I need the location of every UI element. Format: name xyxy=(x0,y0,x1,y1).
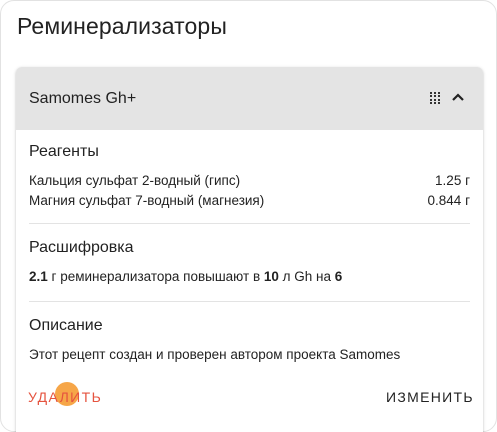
reagent-amount: 1.25 г xyxy=(435,173,470,188)
chevron-up-icon[interactable] xyxy=(450,89,466,105)
delete-button[interactable]: УДАЛИТЬ xyxy=(28,389,102,405)
decoding-text-part: г реминерализатора повышают в xyxy=(47,269,264,284)
description-title: Описание xyxy=(29,317,103,334)
divider xyxy=(29,223,470,224)
card-title: Samomes Gh+ xyxy=(29,90,137,107)
reagent-name: Кальция сульфат 2-водный (гипс) xyxy=(29,173,241,188)
mineralizer-amount: 2.1 xyxy=(29,269,48,284)
description-text: Этот рецепт создан и проверен автором пр… xyxy=(29,347,401,362)
edit-button[interactable]: ИЗМЕНИТЬ xyxy=(386,389,474,405)
recipe-card: Samomes Gh+ Реагенты Кальция сульфат 2-в… xyxy=(16,67,483,432)
reagent-name: Магния сульфат 7-водный (магнезия) xyxy=(29,193,265,208)
page-title: Реминерализаторы xyxy=(17,13,227,39)
gh-increase: 6 xyxy=(334,269,343,284)
reagents-title: Реагенты xyxy=(29,143,99,160)
reagent-row: Магния сульфат 7-водный (магнезия) 0.844… xyxy=(29,193,470,208)
remineralizers-panel: Реминерализаторы Samomes Gh+ Реагенты Ка… xyxy=(0,0,497,432)
decoding-title: Расшифровка xyxy=(29,239,134,256)
reagent-amount: 0.844 г xyxy=(427,193,470,208)
card-header[interactable]: Samomes Gh+ xyxy=(16,67,483,130)
reagent-row: Кальция сульфат 2-водный (гипс) 1.25 г xyxy=(29,173,470,188)
water-volume: 10 xyxy=(263,269,279,284)
divider xyxy=(29,301,470,302)
decoding-text-part: л Gh на xyxy=(278,269,335,284)
drag-handle-icon[interactable] xyxy=(430,92,442,104)
decoding-text: 2.1 г реминерализатора повышают в 10 л G… xyxy=(29,269,342,284)
